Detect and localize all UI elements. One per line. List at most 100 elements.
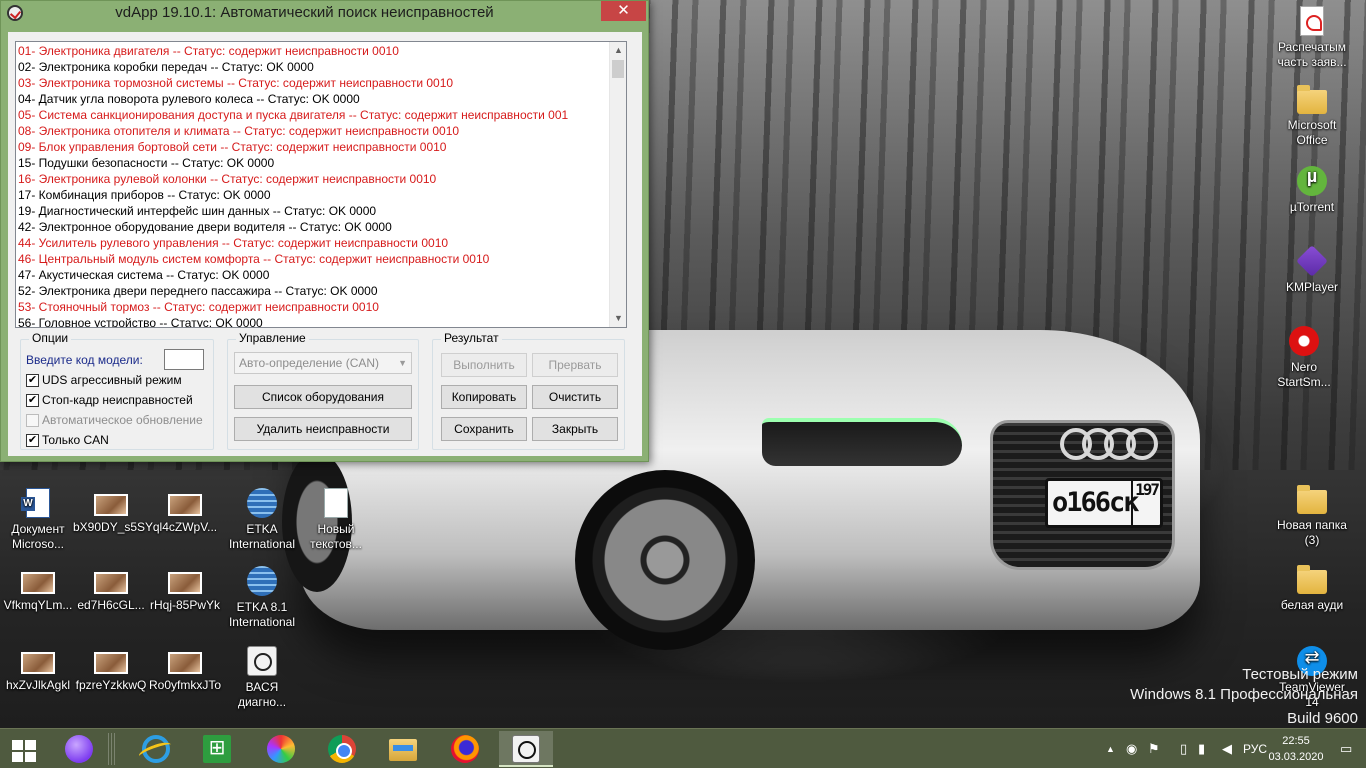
taskbar-chrome[interactable] <box>315 731 369 767</box>
text-doc-icon <box>324 488 348 518</box>
start-icon <box>12 740 38 764</box>
store-icon <box>203 735 231 763</box>
taskbar-alice[interactable] <box>52 731 106 767</box>
desktop-icon-photo[interactable]: Ro0yfmkxJTo <box>147 646 223 693</box>
tray-network-icon[interactable]: ▮ <box>1198 741 1205 757</box>
tray-overflow-chevron-icon[interactable]: ▲ <box>1106 744 1115 754</box>
scroll-down-arrow-icon[interactable]: ▼ <box>610 310 626 327</box>
result-line[interactable]: 15- Подушки безопасности -- Статус: OK 0… <box>16 155 609 171</box>
fault-scan-results-list[interactable]: 01- Электроника двигателя -- Статус: сод… <box>15 41 627 328</box>
desktop-icon-label: ETKA International <box>228 522 296 551</box>
start-button[interactable] <box>0 731 54 767</box>
scroll-up-arrow-icon[interactable]: ▲ <box>610 42 626 59</box>
desktop-icon-pdf[interactable]: Распечатым часть заяв... <box>1274 6 1350 70</box>
desktop-icon-label: rHqj-85PwYk <box>149 598 221 612</box>
desktop-icon-label: KMPlayer <box>1285 280 1338 294</box>
results-scrollbar[interactable]: ▲ ▼ <box>609 42 626 327</box>
pdf-icon <box>1300 6 1324 36</box>
abort-button[interactable]: Прервать <box>532 353 618 377</box>
result-line[interactable]: 19- Диагностический интерфейс шин данных… <box>16 203 609 219</box>
result-line[interactable]: 17- Комбинация приборов -- Статус: OK 00… <box>16 187 609 203</box>
result-line[interactable]: 42- Электронное оборудование двери водит… <box>16 219 609 235</box>
window-titlebar[interactable]: vdApp 19.10.1: Автоматический поиск неис… <box>1 1 648 25</box>
result-line[interactable]: 47- Акустическая система -- Статус: OK 0… <box>16 267 609 283</box>
desktop-icon-etka-81[interactable]: ETKA 8.1 International <box>224 566 300 630</box>
copy-button[interactable]: Копировать <box>441 385 527 409</box>
tray-search-icon[interactable]: ◉ <box>1126 741 1137 757</box>
desktop-icon-label: Распечатым часть заяв... <box>1277 40 1347 69</box>
scroll-thumb[interactable] <box>612 60 624 78</box>
desktop-icon-ms-office[interactable]: Microsoft Office <box>1274 85 1350 148</box>
result-line[interactable]: 16- Электроника рулевой колонки -- Стату… <box>16 171 609 187</box>
result-line[interactable]: 09- Блок управления бортовой сети -- Ста… <box>16 139 609 155</box>
audi-ring <box>1126 428 1158 460</box>
save-button[interactable]: Сохранить <box>441 417 527 441</box>
result-line[interactable]: 56- Головное устройство -- Статус: OK 00… <box>16 315 609 327</box>
result-line[interactable]: 53- Стояночный тормоз -- Статус: содержи… <box>16 299 609 315</box>
result-line[interactable]: 03- Электроника тормозной системы -- Ста… <box>16 75 609 91</box>
desktop-icon-photo[interactable]: VfkmqYLm... <box>0 566 76 613</box>
desktop-icon-new-folder[interactable]: Новая папка (3) <box>1274 485 1350 548</box>
uds-aggressive-checkbox[interactable]: ✔ <box>26 374 39 387</box>
internet-explorer-icon <box>142 735 170 763</box>
close-button[interactable]: Закрыть <box>532 417 618 441</box>
desktop-icon-utorrent[interactable]: µTorrent <box>1274 166 1350 215</box>
desktop-icon-kmplayer[interactable]: KMPlayer <box>1274 245 1350 295</box>
desktop-icon-label: Ro0yfmkxJTo <box>148 678 222 692</box>
desktop-icon-etka[interactable]: ETKA International <box>224 488 300 552</box>
can-only-checkbox[interactable]: ✔ <box>26 434 39 447</box>
result-line[interactable]: 04- Датчик угла поворота рулевого колеса… <box>16 91 609 107</box>
desktop-icon-photo[interactable]: bX90DY_s5SY <box>73 488 153 535</box>
tray-volume-icon[interactable]: ◀ <box>1222 741 1232 757</box>
tray-clock[interactable]: 22:55 03.03.2020 <box>1266 733 1326 765</box>
desktop-icon-photo[interactable]: hxZvJlkAgkl <box>0 646 76 693</box>
tray-flag-icon[interactable]: ⚑ <box>1148 741 1160 757</box>
desktop-icon-label: bX90DY_s5SY <box>73 520 154 534</box>
desktop-icon-photo[interactable]: rHqj-85PwYk <box>147 566 223 613</box>
model-code-input[interactable] <box>164 349 204 370</box>
tray-language[interactable]: РУС <box>1243 742 1267 756</box>
taskbar-file-explorer[interactable] <box>376 731 430 767</box>
result-line[interactable]: 44- Усилитель рулевого управления -- Ста… <box>16 235 609 251</box>
freeze-frame-checkbox[interactable]: ✔ <box>26 394 39 407</box>
desktop-icon-vasya[interactable]: ВАСЯ диагно... <box>224 646 300 710</box>
taskbar-vasya-active[interactable] <box>499 731 553 767</box>
taskbar-internet-explorer[interactable] <box>129 731 183 767</box>
result-line[interactable]: 52- Электроника двери переднего пассажир… <box>16 283 609 299</box>
photo-icon <box>21 652 55 674</box>
clear-button[interactable]: Очистить <box>532 385 618 409</box>
result-line[interactable]: 46- Центральный модуль систем комфорта -… <box>16 251 609 267</box>
result-line[interactable]: 08- Электроника отопителя и климата -- С… <box>16 123 609 139</box>
auto-update-checkbox[interactable] <box>26 414 39 427</box>
firefox-icon <box>451 735 479 763</box>
photo-icon <box>94 572 128 594</box>
result-line[interactable]: 02- Электроника коробки передач -- Стату… <box>16 59 609 75</box>
wallpaper-car-headlight <box>762 418 962 466</box>
options-group: Опции Введите код модели: ✔ UDS агрессив… <box>20 331 214 450</box>
desktop-icon-word-doc[interactable]: Документ Microso... <box>0 488 76 552</box>
desktop-icon-label: белая ауди <box>1280 598 1344 612</box>
desktop-icon-photo[interactable]: ql4cZWpV... <box>147 488 223 535</box>
utorrent-icon <box>1297 166 1327 196</box>
protocol-mode-select[interactable]: Авто-определение (CAN) ▼ <box>234 352 412 374</box>
taskbar-store[interactable] <box>190 731 244 767</box>
desktop-icon-white-audi-folder[interactable]: белая ауди <box>1274 565 1350 613</box>
watermark-build: Build 9600 <box>1287 710 1358 727</box>
tray-battery-icon[interactable]: ▯ <box>1180 741 1187 757</box>
result-line[interactable]: 01- Электроника двигателя -- Статус: сод… <box>16 43 609 59</box>
desktop-icon-photo[interactable]: ed7H6cGL... <box>73 566 149 613</box>
desktop-icon-nero[interactable]: Nero StartSm... <box>1266 326 1342 390</box>
desktop-icon-text-doc[interactable]: Новый текстов... <box>298 488 374 552</box>
file-explorer-icon <box>389 739 417 761</box>
desktop-icon-label: Новая папка (3) <box>1277 518 1347 547</box>
desktop-icon-photo[interactable]: fpzreYzkkwQ <box>73 646 149 693</box>
tray-notification-icon[interactable]: ▭ <box>1340 741 1352 757</box>
taskbar-firefox[interactable] <box>438 731 492 767</box>
taskbar-pinwheel-app[interactable] <box>254 731 308 767</box>
equipment-list-button[interactable]: Список оборудования <box>234 385 412 409</box>
window-close-button[interactable]: ✕ <box>601 1 646 21</box>
folder-icon <box>1297 85 1327 114</box>
run-button[interactable]: Выполнить <box>441 353 527 377</box>
delete-faults-button[interactable]: Удалить неисправности <box>234 417 412 441</box>
result-line[interactable]: 05- Система санкционирования доступа и п… <box>16 107 609 123</box>
